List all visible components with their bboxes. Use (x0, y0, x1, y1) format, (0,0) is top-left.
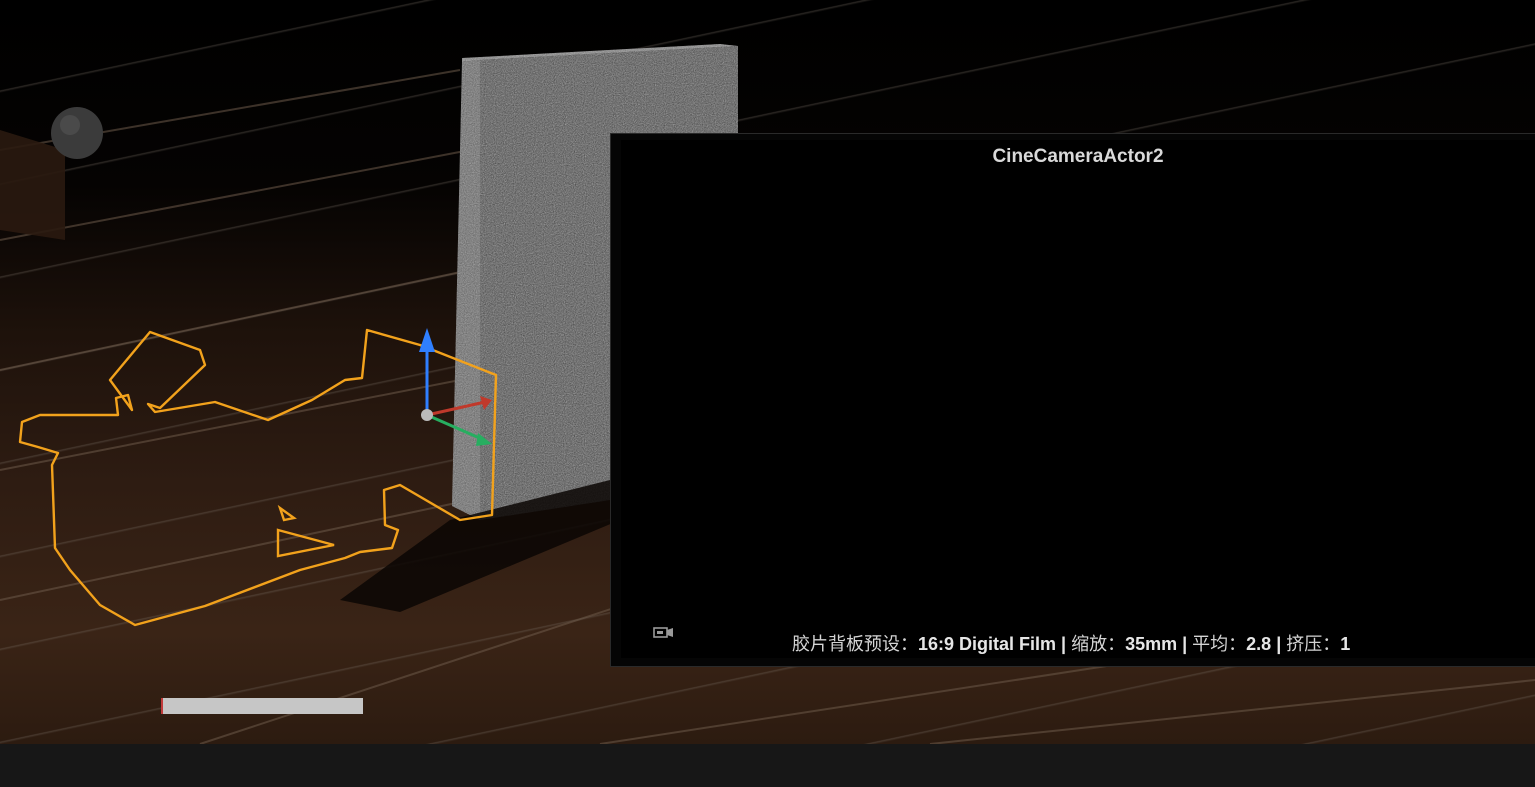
camera-preview-image: CineCameraActor2 胶片背板预设：16:9 Digital Fil… (621, 140, 1535, 658)
level-viewport[interactable]: CineCameraActor2 胶片背板预设：16:9 Digital Fil… (0, 0, 1535, 744)
sphere-mesh (51, 107, 103, 159)
separator: | (1271, 634, 1287, 654)
camera-preview-panel[interactable]: CineCameraActor2 胶片背板预设：16:9 Digital Fil… (611, 134, 1535, 666)
aperture-label: 平均： (1192, 634, 1247, 654)
filmback-label: 胶片背板预设： (792, 634, 918, 654)
progress-bar (161, 698, 363, 714)
separator: | (1056, 634, 1072, 654)
zoom-label: 缩放： (1071, 634, 1126, 654)
squeeze-value: 1 (1340, 634, 1351, 654)
zoom-value: 35mm (1125, 634, 1178, 654)
bottom-status-bar (0, 744, 1535, 787)
filmback-value: 16:9 Digital Film (918, 634, 1057, 654)
squeeze-label: 挤压： (1286, 634, 1341, 654)
camera-preview-title: CineCameraActor2 (992, 146, 1164, 167)
camera-info-overlay: 胶片背板预设：16:9 Digital Film | 缩放：35mm | 平均：… (792, 630, 1350, 656)
camera-icon[interactable] (653, 624, 675, 640)
aperture-value: 2.8 (1246, 634, 1272, 654)
separator: | (1177, 634, 1193, 654)
